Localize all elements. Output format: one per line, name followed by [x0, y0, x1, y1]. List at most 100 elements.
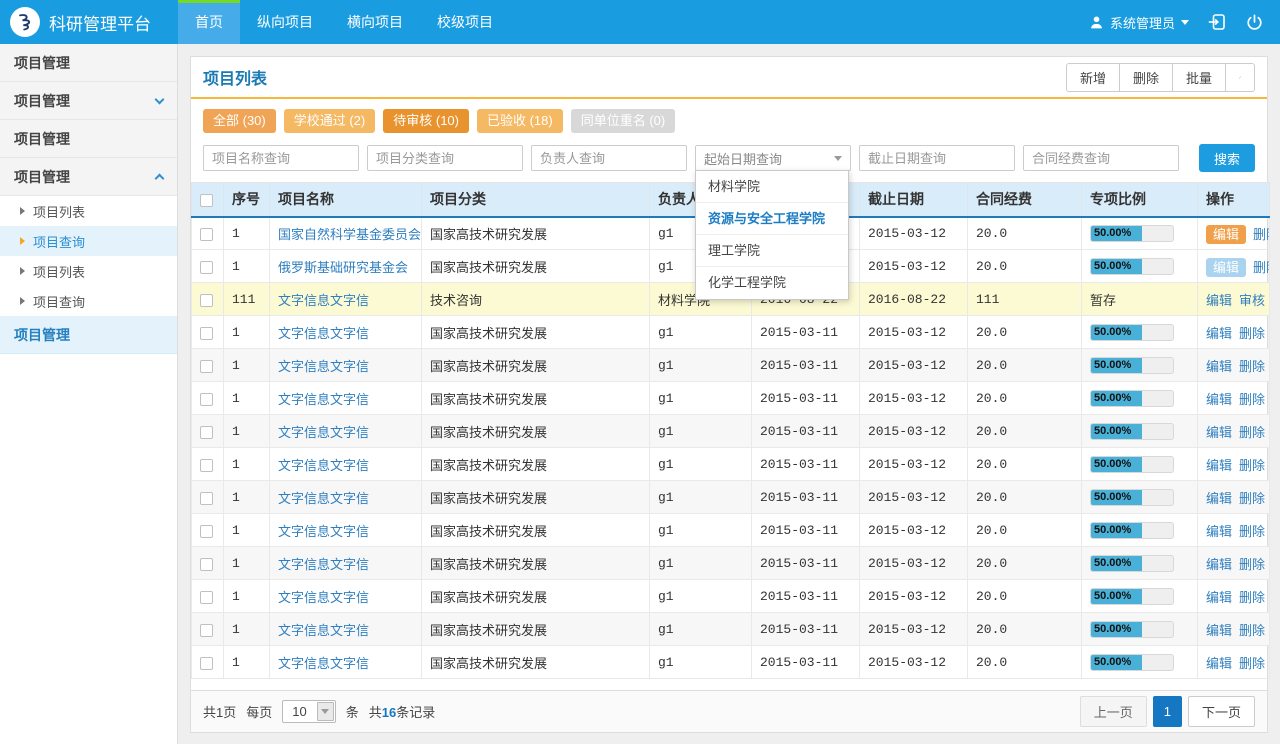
edit-action[interactable]: 编辑 — [1206, 225, 1246, 244]
delete-action[interactable]: 删除 — [1239, 623, 1265, 638]
project-name-link[interactable]: 文字信息文字信 — [278, 425, 369, 440]
dropdown-option[interactable]: 资源与安全工程学院 — [696, 203, 848, 235]
select-all-checkbox[interactable] — [200, 194, 213, 207]
dropdown-option[interactable]: 材料学院 — [696, 171, 848, 203]
search-field[interactable] — [203, 145, 359, 171]
project-name-link[interactable]: 国家自然科学基金委员会 — [278, 227, 421, 242]
delete-action[interactable]: 删除 — [1253, 227, 1269, 242]
prev-page-button[interactable]: 上一页 — [1080, 696, 1147, 727]
delete-action[interactable]: 删除 — [1239, 491, 1265, 506]
review-action[interactable]: 审核 — [1239, 293, 1265, 308]
edit-action[interactable]: 编辑 — [1206, 623, 1232, 638]
filter-chip[interactable]: 同单位重名 (0) — [571, 109, 676, 133]
project-name-link[interactable]: 文字信息文字信 — [278, 656, 369, 671]
edit-action[interactable]: 编辑 — [1206, 258, 1246, 277]
sidebar-item[interactable]: 项目列表 — [0, 196, 177, 226]
nav-tab[interactable]: 校级项目 — [420, 0, 510, 44]
dropdown-option[interactable]: 理工学院 — [696, 235, 848, 267]
edit-action[interactable]: 编辑 — [1206, 359, 1232, 374]
delete-action[interactable]: 删除 — [1239, 458, 1265, 473]
project-name-link[interactable]: 文字信息文字信 — [278, 623, 369, 638]
search-button[interactable]: 搜索 — [1199, 144, 1255, 172]
sidebar-group[interactable]: 项目管理 — [0, 120, 177, 158]
project-name-link[interactable]: 文字信息文字信 — [278, 392, 369, 407]
filter-chip[interactable]: 学校通过 (2) — [284, 109, 376, 133]
row-checkbox[interactable] — [200, 525, 213, 538]
edit-action[interactable]: 编辑 — [1206, 392, 1232, 407]
sidebar-group[interactable]: 项目管理 — [0, 316, 177, 354]
edit-action[interactable]: 编辑 — [1206, 326, 1232, 341]
row-checkbox[interactable] — [200, 393, 213, 406]
current-page-button[interactable]: 1 — [1153, 696, 1182, 727]
row-checkbox[interactable] — [200, 327, 213, 340]
edit-action[interactable]: 编辑 — [1206, 425, 1232, 440]
edit-action[interactable]: 编辑 — [1206, 656, 1232, 671]
filter-chip[interactable]: 待审核 (10) — [383, 109, 469, 133]
sidebar-item[interactable]: 项目查询 — [0, 286, 177, 316]
page-size-caret[interactable] — [317, 702, 334, 721]
project-name-link[interactable]: 文字信息文字信 — [278, 458, 369, 473]
row-checkbox[interactable] — [200, 558, 213, 571]
edit-action[interactable]: 编辑 — [1206, 293, 1232, 308]
project-name-link[interactable]: 文字信息文字信 — [278, 326, 369, 341]
nav-tab[interactable]: 纵向项目 — [240, 0, 330, 44]
delete-action[interactable]: 删除 — [1239, 425, 1265, 440]
dropdown-option[interactable]: 化学工程学院 — [696, 267, 848, 299]
delete-action[interactable]: 删除 — [1239, 557, 1265, 572]
edit-action[interactable]: 编辑 — [1206, 491, 1232, 506]
project-name-link[interactable]: 俄罗斯基础研究基金会 — [278, 260, 408, 275]
sidebar-group[interactable]: 项目管理 — [0, 44, 177, 82]
row-checkbox[interactable] — [200, 261, 213, 274]
row-checkbox[interactable] — [200, 360, 213, 373]
project-name-link[interactable]: 文字信息文字信 — [278, 590, 369, 605]
row-checkbox[interactable] — [200, 624, 213, 637]
sidebar-item[interactable]: 项目查询 — [0, 226, 177, 256]
edit-action[interactable]: 编辑 — [1206, 590, 1232, 605]
user-menu[interactable]: 系统管理员 — [1089, 13, 1189, 32]
row-checkbox[interactable] — [200, 228, 213, 241]
edit-action[interactable]: 编辑 — [1206, 524, 1232, 539]
delete-action[interactable]: 删除 — [1253, 260, 1269, 275]
delete-action[interactable]: 删除 — [1239, 590, 1265, 605]
project-name-link[interactable]: 文字信息文字信 — [278, 293, 369, 308]
project-name-link[interactable]: 文字信息文字信 — [278, 491, 369, 506]
cell-fee: 20.0 — [968, 415, 1082, 448]
project-name-link[interactable]: 文字信息文字信 — [278, 359, 369, 374]
page-size-select[interactable]: 10 — [282, 700, 335, 723]
row-checkbox[interactable] — [200, 459, 213, 472]
sidebar-item[interactable]: 项目列表 — [0, 256, 177, 286]
progress-bar-fill: 50.00% — [1091, 259, 1142, 274]
row-checkbox[interactable] — [200, 657, 213, 670]
delete-action[interactable]: 删除 — [1239, 524, 1265, 539]
search-field[interactable] — [531, 145, 687, 171]
start-date-select[interactable]: 起始日期查询 — [695, 145, 851, 171]
add-button[interactable]: 新增 — [1066, 63, 1120, 92]
batch-button[interactable]: 批量 — [1172, 63, 1226, 92]
search-field[interactable] — [1023, 145, 1179, 171]
nav-tab[interactable]: 横向项目 — [330, 0, 420, 44]
delete-action[interactable]: 删除 — [1239, 392, 1265, 407]
row-checkbox[interactable] — [200, 294, 213, 307]
row-checkbox[interactable] — [200, 591, 213, 604]
filter-chip[interactable]: 已验收 (18) — [477, 109, 563, 133]
edit-action[interactable]: 编辑 — [1206, 557, 1232, 572]
sidebar-group[interactable]: 项目管理 — [0, 82, 177, 120]
delete-action[interactable]: 删除 — [1239, 326, 1265, 341]
project-name-link[interactable]: 文字信息文字信 — [278, 524, 369, 539]
power-icon[interactable] — [1245, 13, 1264, 32]
expand-button[interactable] — [1225, 63, 1255, 92]
nav-tab[interactable]: 首页 — [178, 0, 240, 44]
next-page-button[interactable]: 下一页 — [1188, 696, 1255, 727]
delete-action[interactable]: 删除 — [1239, 359, 1265, 374]
search-field[interactable] — [859, 145, 1015, 171]
delete-action[interactable]: 删除 — [1239, 656, 1265, 671]
edit-action[interactable]: 编辑 — [1206, 458, 1232, 473]
row-checkbox[interactable] — [200, 492, 213, 505]
filter-chip[interactable]: 全部 (30) — [203, 109, 276, 133]
switch-account-icon[interactable] — [1207, 12, 1227, 32]
search-field[interactable] — [367, 145, 523, 171]
project-name-link[interactable]: 文字信息文字信 — [278, 557, 369, 572]
delete-button[interactable]: 删除 — [1119, 63, 1173, 92]
row-checkbox[interactable] — [200, 426, 213, 439]
sidebar-group[interactable]: 项目管理 — [0, 158, 177, 196]
